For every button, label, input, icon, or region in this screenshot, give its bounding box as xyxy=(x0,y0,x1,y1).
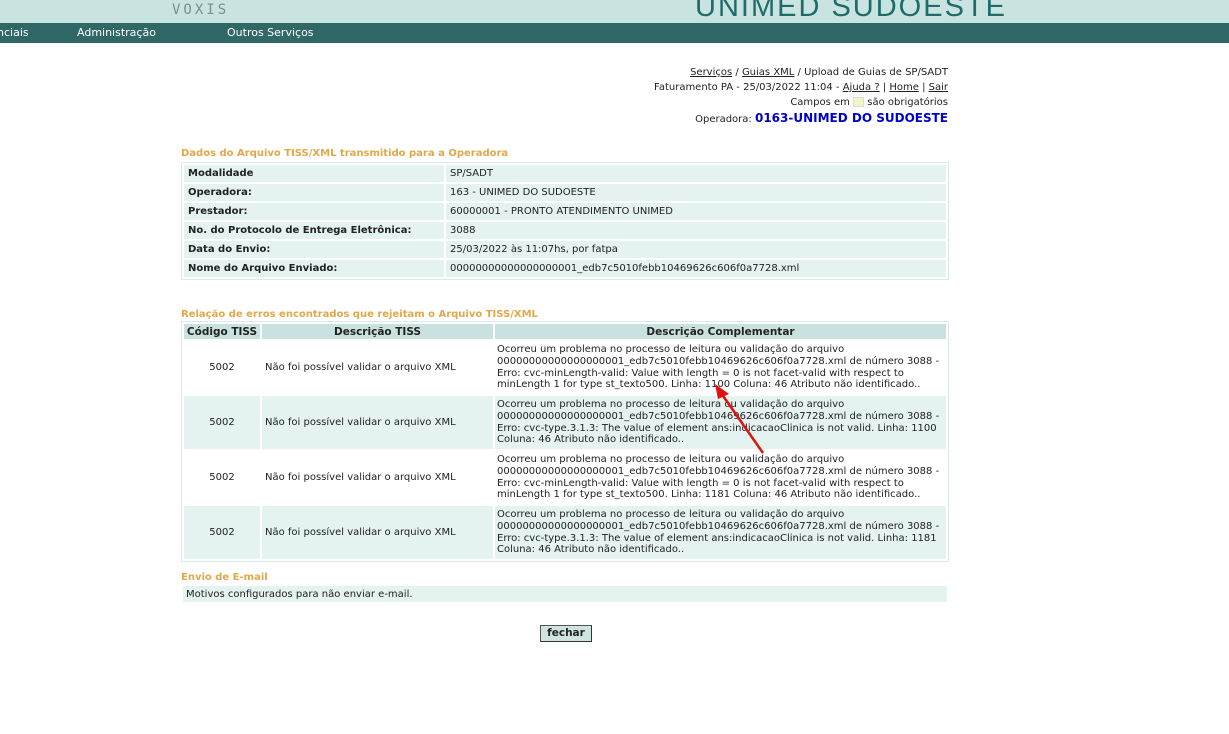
link-separator: | xyxy=(879,82,890,93)
dados-row: Nome do Arquivo Enviado: 0000000000000000… xyxy=(184,260,946,277)
error-code: 5002 xyxy=(184,341,260,394)
menu-item-administracao[interactable]: Administração xyxy=(77,26,156,39)
email-table: Motivos configurados para não enviar e-m… xyxy=(181,584,949,604)
erros-header-row: Código TISS Descrição TISS Descrição Com… xyxy=(184,324,946,339)
link-separator: | xyxy=(918,82,929,93)
header-descricao-complementar: Descrição Complementar xyxy=(495,324,946,339)
error-complement: Ocorreu um problema no processo de leitu… xyxy=(495,341,946,394)
dados-row: Data do Envio: 25/03/2022 às 11:07hs, por… xyxy=(184,241,946,258)
error-row: 5002 Não foi possível validar o arquivo X… xyxy=(184,396,946,449)
required-note-prefix: Campos em xyxy=(790,97,854,108)
error-description: Não foi possível validar o arquivo XML xyxy=(262,451,493,504)
dados-value: SP/SADT xyxy=(446,165,946,182)
error-row: 5002 Não foi possível validar o arquivo X… xyxy=(184,451,946,504)
unimed-brand-logo: UNIMED SUDOESTE xyxy=(695,0,1007,23)
operadora-line: Operadora: 0163-UNIMED DO SUDOESTE xyxy=(654,111,948,127)
error-row: 5002 Não foi possível validar o arquivo X… xyxy=(184,506,946,559)
breadcrumb-separator: / xyxy=(732,67,742,78)
error-code: 5002 xyxy=(184,506,260,559)
dados-row: Prestador: 60000001 - PRONTO ATENDIMENTO … xyxy=(184,203,946,220)
breadcrumb-servicos-link[interactable]: Serviços xyxy=(690,67,732,78)
dados-value: 163 - UNIMED DO SUDOESTE xyxy=(446,184,946,201)
dados-value: 60000001 - PRONTO ATENDIMENTO UNIMED xyxy=(446,203,946,220)
email-message: Motivos configurados para não enviar e-m… xyxy=(183,586,947,602)
erros-section-title: Relação de erros encontrados que rejeita… xyxy=(181,309,538,320)
required-note-suffix: são obrigatórios xyxy=(864,97,948,108)
dados-value: 00000000000000000001_edb7c5010febb104696… xyxy=(446,260,946,277)
dados-label: Prestador: xyxy=(184,203,444,220)
page-info-block: Serviços / Guias XML / Upload de Guias d… xyxy=(654,65,948,127)
error-description: Não foi possível validar o arquivo XML xyxy=(262,396,493,449)
main-menu: nciais Administração Outros Serviços xyxy=(0,23,1229,43)
error-row: 5002 Não foi possível validar o arquivo X… xyxy=(184,341,946,394)
required-color-swatch xyxy=(853,97,865,107)
dados-label: Data do Envio: xyxy=(184,241,444,258)
breadcrumb-separator: / xyxy=(794,67,805,78)
dados-row: Modalidade SP/SADT xyxy=(184,165,946,182)
header-codigo-tiss: Código TISS xyxy=(184,324,260,339)
email-section-title: Envio de E-mail xyxy=(181,572,268,583)
header-descricao-tiss: Descrição TISS xyxy=(262,324,493,339)
dados-row: Operadora: 163 - UNIMED DO SUDOESTE xyxy=(184,184,946,201)
dados-value: 3088 xyxy=(446,222,946,239)
error-description: Não foi possível validar o arquivo XML xyxy=(262,341,493,394)
dados-label: Nome do Arquivo Enviado: xyxy=(184,260,444,277)
dados-section-title: Dados do Arquivo TISS/XML transmitido pa… xyxy=(181,148,509,159)
error-code: 5002 xyxy=(184,451,260,504)
error-complement: Ocorreu um problema no processo de leitu… xyxy=(495,396,946,449)
required-fields-note: Campos em são obrigatórios xyxy=(654,95,948,110)
home-link[interactable]: Home xyxy=(889,82,919,93)
dados-value: 25/03/2022 às 11:07hs, por fatpa xyxy=(446,241,946,258)
dados-table: Modalidade SP/SADT Operadora: 163 - UNIMED … xyxy=(181,162,949,280)
exit-link[interactable]: Sair xyxy=(929,82,948,93)
dados-label: No. do Protocolo de Entrega Eletrônica: xyxy=(184,222,444,239)
top-header: VOXIS UNIMED SUDOESTE xyxy=(0,0,1229,23)
menu-item-outros-servicos[interactable]: Outros Serviços xyxy=(227,26,314,39)
close-button[interactable]: fechar xyxy=(540,625,592,642)
operadora-name: 0163-UNIMED DO SUDOESTE xyxy=(754,111,948,125)
dados-label: Operadora: xyxy=(184,184,444,201)
user-session-line: Faturamento PA - 25/03/2022 11:04 - Ajud… xyxy=(654,80,948,95)
operadora-label: Operadora: xyxy=(695,114,755,125)
voxis-logo: VOXIS xyxy=(172,2,230,18)
help-link[interactable]: Ajuda ? xyxy=(843,82,880,93)
breadcrumb-current: Upload de Guias de SP/SADT xyxy=(804,67,948,78)
dados-row: No. do Protocolo de Entrega Eletrônica: 3… xyxy=(184,222,946,239)
error-complement: Ocorreu um problema no processo de leitu… xyxy=(495,451,946,504)
erros-table: Código TISS Descrição TISS Descrição Com… xyxy=(181,321,949,562)
breadcrumb: Serviços / Guias XML / Upload de Guias d… xyxy=(654,65,948,80)
error-description: Não foi possível validar o arquivo XML xyxy=(262,506,493,559)
error-code: 5002 xyxy=(184,396,260,449)
breadcrumb-guias-xml-link[interactable]: Guias XML xyxy=(742,67,794,78)
error-complement: Ocorreu um problema no processo de leitu… xyxy=(495,506,946,559)
session-info: Faturamento PA - 25/03/2022 11:04 - xyxy=(653,82,843,93)
menu-item-gerenciais[interactable]: nciais xyxy=(0,26,29,39)
dados-label: Modalidade xyxy=(184,165,444,182)
